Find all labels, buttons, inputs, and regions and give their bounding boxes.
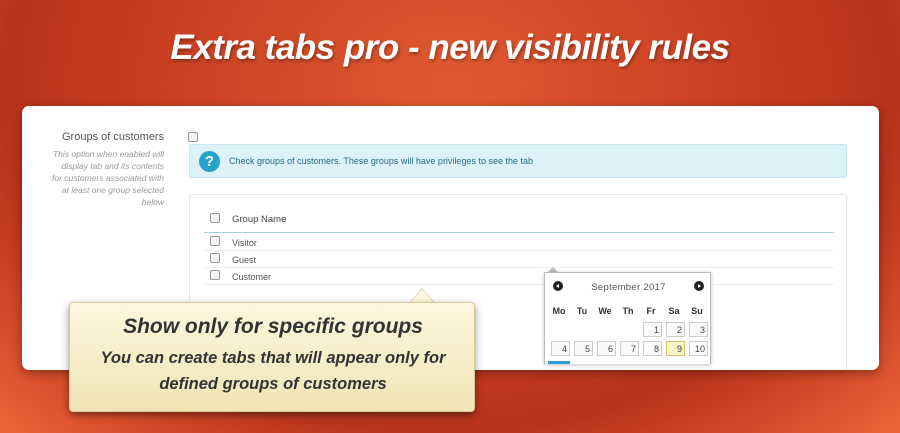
enable-groups-checkbox[interactable]: [188, 132, 198, 142]
headline: Extra tabs pro - new visibility rules: [170, 28, 730, 67]
calendar-day[interactable]: 1: [643, 322, 662, 337]
calendar-day[interactable]: 7: [620, 341, 639, 356]
calendar-day-highlighted[interactable]: 9: [666, 341, 685, 356]
weekday-label: Su: [691, 306, 703, 316]
groups-label: Groups of customers: [62, 131, 165, 143]
table-row[interactable]: Visitor: [204, 234, 834, 251]
chevron-right-icon[interactable]: [694, 281, 704, 291]
group-label: Visitor: [232, 238, 257, 248]
calendar-day[interactable]: 10: [689, 341, 708, 356]
callout-box: Show only for specific groups You can cr…: [69, 302, 475, 412]
calendar-day[interactable]: 4: [551, 341, 570, 356]
weekday-label: Th: [622, 306, 634, 316]
callout-text: You can create tabs that will appear onl…: [100, 349, 446, 393]
datepicker-month: September 2017: [591, 282, 666, 293]
weekday-label: Sa: [668, 306, 680, 316]
group-label: Guest: [232, 255, 257, 265]
select-all-checkbox[interactable]: [210, 213, 220, 223]
calendar-day[interactable]: 3: [689, 322, 708, 337]
calendar-day[interactable]: 6: [597, 341, 616, 356]
callout-title: Show only for specific groups: [123, 315, 423, 338]
weekday-label: Tu: [576, 306, 588, 316]
info-alert-text: Check groups of customers. These groups …: [229, 156, 533, 166]
table-header: Group Name: [204, 209, 834, 233]
table-row[interactable]: Customer: [204, 268, 834, 285]
question-icon: ?: [199, 151, 220, 172]
datepicker-header: September 2017: [545, 273, 710, 299]
table-row[interactable]: Guest: [204, 251, 834, 268]
weekday-label: We: [598, 306, 612, 316]
group-label: Customer: [232, 272, 272, 282]
calendar-day[interactable]: 8: [643, 341, 662, 356]
weekday-label: Mo: [552, 306, 566, 316]
today-indicator: [548, 361, 570, 364]
info-alert: ? Check groups of customers. These group…: [189, 144, 847, 178]
group-name-header: Group Name: [232, 214, 287, 225]
groups-help-text: This option when enabled will display ta…: [52, 149, 164, 207]
calendar-day[interactable]: 2: [666, 322, 685, 337]
group-checkbox-customer[interactable]: [210, 270, 220, 280]
group-checkbox-visitor[interactable]: [210, 236, 220, 246]
calendar-day[interactable]: 5: [574, 341, 593, 356]
datepicker: September 2017 Mo Tu We Th Fr Sa Su 1 2 …: [544, 272, 711, 364]
weekday-label: Fr: [646, 306, 656, 316]
group-checkbox-guest[interactable]: [210, 253, 220, 263]
callout-pointer: [410, 289, 434, 303]
